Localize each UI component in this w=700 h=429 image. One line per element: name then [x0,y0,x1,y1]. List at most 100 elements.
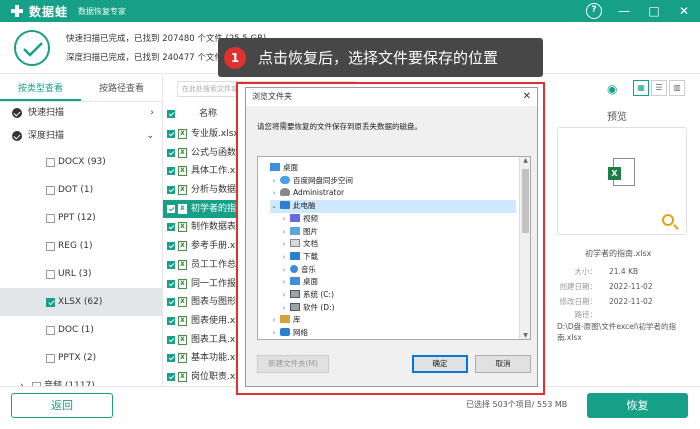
chevron-right-icon[interactable]: › [280,213,288,226]
folder-tree-item[interactable]: › 文档 [280,238,516,251]
file-checkbox[interactable] [167,260,175,269]
file-checkbox[interactable] [167,279,175,288]
file-checkbox[interactable] [167,298,175,307]
file-checkbox[interactable] [167,186,175,195]
chevron-right-icon[interactable]: › [270,175,278,188]
folder-tree-item[interactable]: › 网络 [270,327,516,339]
chevron-right-icon[interactable]: › [270,327,278,339]
chevron-down-icon[interactable]: ⌄ [146,125,154,148]
file-checkbox[interactable] [167,167,175,176]
file-checkbox[interactable] [167,204,175,213]
file-checkbox[interactable] [167,316,175,325]
tree-checkbox[interactable] [46,242,55,251]
folder-tree-label: 系统 (C:) [303,290,334,299]
cancel-button[interactable]: 取消 [475,355,531,373]
eye-icon[interactable]: ◉ [607,82,617,96]
tree-checkbox[interactable] [46,158,55,167]
chevron-right-icon[interactable]: › [280,238,288,251]
file-checkbox[interactable] [167,242,175,251]
file-checkbox[interactable] [167,223,175,232]
dialog-title-bar: 浏览文件夹 ✕ [246,88,537,106]
file-checkbox[interactable] [167,130,175,138]
tree-checkbox[interactable] [46,270,55,279]
excel-file-icon: X [178,297,187,308]
excel-file-icon: X [178,371,187,382]
tree-quick-scan[interactable]: 快速扫描 › [0,102,162,125]
folder-tree-scrollbar[interactable]: ▲ ▼ [519,157,530,339]
tree-item-pptx[interactable]: PPTX (2) [0,344,162,372]
grid-view-button[interactable]: ▦ [633,80,649,96]
tree-checkbox[interactable] [46,214,55,223]
chevron-right-icon[interactable]: › [270,187,278,200]
list-view-button[interactable]: ☰ [651,80,667,96]
maximize-button[interactable]: □ [646,3,662,19]
folder-tree-item[interactable]: ⌄ 此电脑 [270,200,516,213]
chevron-right-icon[interactable]: › [280,226,288,239]
back-button[interactable]: 返回 [11,393,113,418]
ok-button[interactable]: 确定 [412,355,468,373]
folder-tree-item[interactable]: › 音乐 [280,264,516,277]
folder-tree-item[interactable]: › 视频 [280,213,516,226]
file-checkbox[interactable] [167,148,175,157]
folder-tree-item[interactable]: › 下载 [280,251,516,264]
folder-tree-item[interactable]: › Administrator [270,187,516,200]
meta-path-label: 路径： [574,310,598,319]
tree-item-url[interactable]: URL (3) [0,260,162,288]
chevron-right-icon[interactable]: › [150,102,154,125]
tree-checkbox[interactable] [46,298,55,307]
zoom-preview-icon[interactable] [662,214,674,226]
folder-tree-item[interactable]: › 库 [270,314,516,327]
chevron-right-icon[interactable]: › [270,314,278,327]
folder-tree-item[interactable]: › 百度网盘同步空间 [270,175,516,188]
drive-icon [290,302,300,311]
scroll-up-icon[interactable]: ▲ [520,157,530,164]
meta-modified-value: 2022-11-02 [609,297,653,306]
tree-item-audio[interactable]: › 音频 (1117) [0,372,162,386]
select-all-checkbox[interactable] [167,110,175,118]
close-button[interactable]: ✕ [676,3,692,19]
browse-folder-dialog: 浏览文件夹 ✕ 请您将需要恢复的文件保存到原丢失数据的磁盘。 桌面 › 百度网盘同步… [245,87,538,387]
detail-view-button[interactable]: ▥ [669,80,685,96]
tab-by-path[interactable]: 按路径查看 [81,76,162,101]
scrollbar-thumb[interactable] [522,169,529,233]
excel-file-icon: X [178,166,187,177]
tree-item-docx[interactable]: DOCX (93) [0,148,162,176]
dialog-close-icon[interactable]: ✕ [523,88,531,106]
chevron-right-icon[interactable]: › [280,276,288,289]
instruction-callout: 1 点击恢复后，选择文件要保存的位置 [218,38,543,77]
chevron-down-icon[interactable]: ⌄ [270,200,278,213]
tree-item-dot[interactable]: DOT (1) [0,176,162,204]
help-button[interactable]: ? [586,3,602,19]
chevron-right-icon[interactable]: › [280,302,288,315]
folder-tree-item[interactable]: › 图片 [280,226,516,239]
excel-file-icon: X [178,315,187,326]
new-folder-button[interactable]: 新建文件夹(M) [257,355,329,373]
drive-icon [290,290,300,298]
tree-label: PPT (12) [58,213,96,223]
folder-tree-item[interactable]: › 桌面 [280,276,516,289]
scroll-down-icon[interactable]: ▼ [520,332,530,339]
tree-checkbox[interactable] [46,186,55,195]
tree-item-reg[interactable]: REG (1) [0,232,162,260]
recover-button[interactable]: 恢复 [587,393,688,418]
tree-label: 音频 (1117) [44,381,95,386]
minimize-button[interactable]: — [616,3,632,19]
file-checkbox[interactable] [167,372,175,381]
file-checkbox[interactable] [167,354,175,363]
tree-item-xlsx[interactable]: XLSX (62) [0,288,162,316]
tree-checkbox[interactable] [46,354,55,363]
chevron-right-icon[interactable]: › [280,289,288,302]
folder-tree-item[interactable]: › 软件 (D:) [280,302,516,315]
chevron-right-icon[interactable]: › [20,372,24,386]
tree-item-ppt[interactable]: PPT (12) [0,204,162,232]
tree-item-doc[interactable]: DOC (1) [0,316,162,344]
chevron-right-icon[interactable]: › [280,264,288,277]
meta-path: 路径： [557,309,609,320]
file-checkbox[interactable] [167,335,175,344]
folder-tree-item[interactable]: 桌面 [260,162,516,175]
tree-checkbox[interactable] [46,326,55,335]
chevron-right-icon[interactable]: › [280,251,288,264]
tree-deep-scan[interactable]: 深度扫描 ⌄ [0,125,162,148]
folder-tree-item[interactable]: › 系统 (C:) [280,289,516,302]
tab-by-type[interactable]: 按类型查看 [0,76,81,101]
